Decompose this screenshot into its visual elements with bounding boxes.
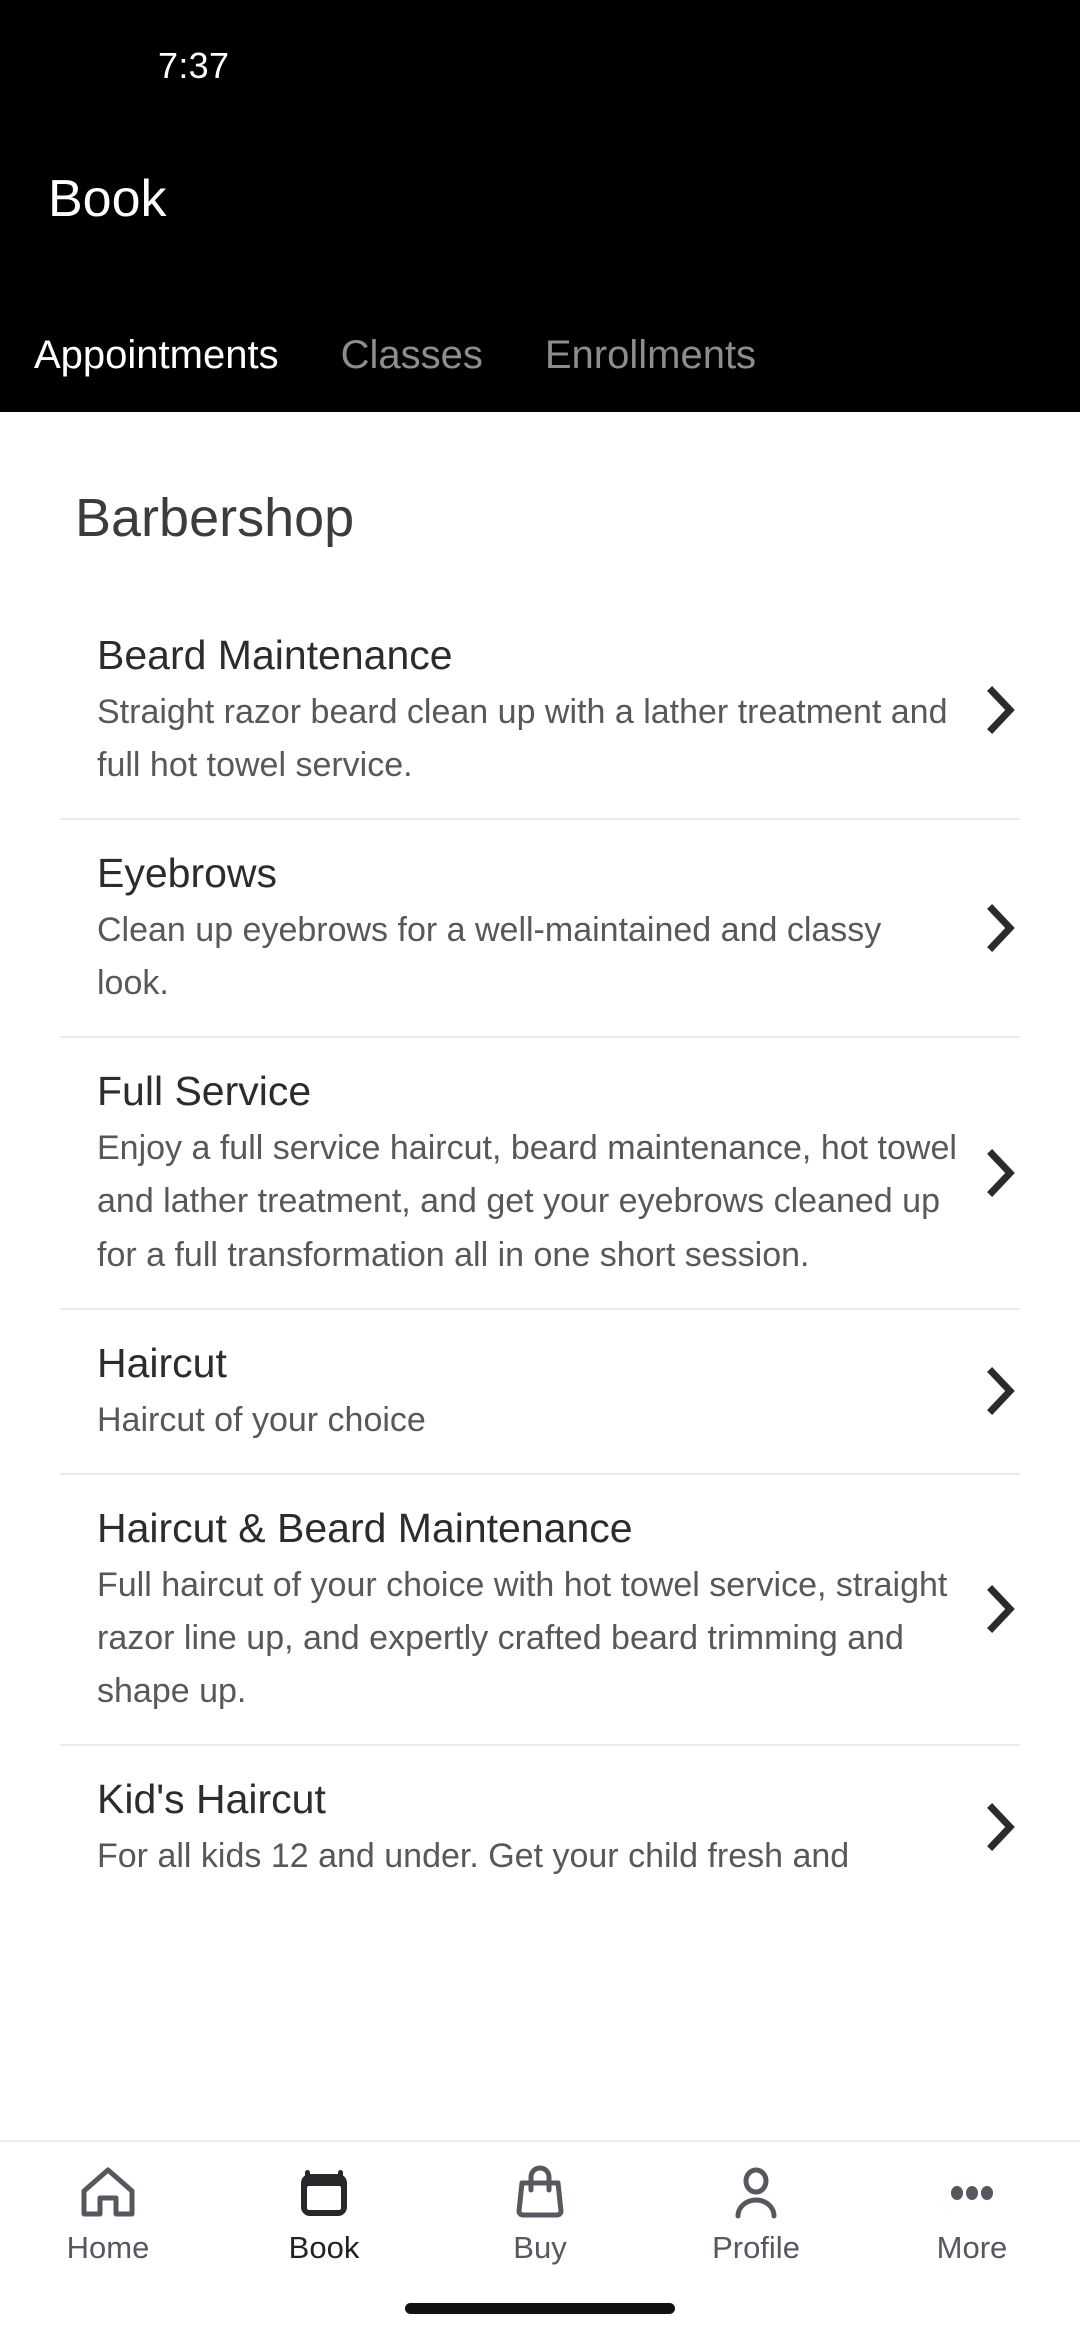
nav-label: Profile bbox=[712, 2230, 800, 2265]
tab-bar: Appointments Classes Enrollments bbox=[0, 316, 1080, 394]
chevron-right-icon[interactable] bbox=[970, 1367, 1032, 1416]
section-title: Barbershop bbox=[75, 488, 355, 548]
nav-item-profile[interactable]: Profile bbox=[648, 2142, 864, 2263]
service-description: Haircut of your choice bbox=[97, 1400, 426, 1439]
status-bar: 7:37 bbox=[0, 0, 1080, 112]
page-title: Book bbox=[48, 170, 167, 228]
home-icon bbox=[77, 2162, 139, 2224]
chevron-right-icon[interactable] bbox=[970, 904, 1032, 953]
list-item[interactable]: Beard Maintenance Straight razor beard c… bbox=[0, 602, 1080, 818]
nav-item-home[interactable]: Home bbox=[0, 2142, 216, 2263]
calendar-icon bbox=[293, 2162, 355, 2224]
service-text: Eyebrows Clean up eyebrows for a well-ma… bbox=[97, 820, 962, 1036]
list-item[interactable]: Haircut Haircut of your choice bbox=[0, 1310, 1080, 1473]
ellipsis-icon bbox=[941, 2162, 1003, 2224]
service-name: Full Service bbox=[97, 1068, 312, 1115]
service-text: Beard Maintenance Straight razor beard c… bbox=[97, 602, 962, 818]
service-description: Clean up eyebrows for a well-maintained … bbox=[97, 911, 882, 1003]
bottom-nav-items: Home Book Buy Profile More bbox=[0, 2142, 1080, 2294]
service-name: Haircut & Beard Maintenance bbox=[97, 1504, 633, 1551]
nav-item-book[interactable]: Book bbox=[216, 2142, 432, 2263]
service-name: Haircut bbox=[97, 1339, 227, 1386]
bottom-navigation-bar: Home Book Buy Profile More bbox=[0, 2140, 1080, 2340]
list-item[interactable]: Kid's Haircut For all kids 12 and under.… bbox=[0, 1746, 1080, 1909]
service-description: Straight razor beard clean up with a lat… bbox=[97, 693, 948, 785]
nav-label: Book bbox=[288, 2230, 360, 2265]
service-description: Enjoy a full service haircut, beard main… bbox=[97, 1129, 957, 1274]
tab-enrollments[interactable]: Enrollments bbox=[545, 335, 756, 375]
app-screen: 7:37 Book Appointments Classes Enrollmen… bbox=[0, 0, 1080, 2340]
list-item[interactable]: Eyebrows Clean up eyebrows for a well-ma… bbox=[0, 820, 1080, 1036]
nav-label: Home bbox=[66, 2230, 150, 2265]
service-text: Full Service Enjoy a full service haircu… bbox=[97, 1038, 962, 1307]
chevron-right-icon[interactable] bbox=[970, 1148, 1032, 1197]
chevron-right-icon[interactable] bbox=[970, 1803, 1032, 1852]
service-name: Eyebrows bbox=[97, 850, 278, 897]
service-description: Full haircut of your choice with hot tow… bbox=[97, 1565, 948, 1710]
nav-item-buy[interactable]: Buy bbox=[432, 2142, 648, 2263]
service-text: Haircut & Beard Maintenance Full haircut… bbox=[97, 1475, 962, 1744]
status-bar-clock: 7:37 bbox=[158, 45, 230, 86]
service-description: For all kids 12 and under. Get your chil… bbox=[97, 1837, 850, 1875]
list-item[interactable]: Full Service Enjoy a full service haircu… bbox=[0, 1038, 1080, 1307]
service-text: Haircut Haircut of your choice bbox=[97, 1310, 962, 1473]
chevron-right-icon[interactable] bbox=[970, 686, 1032, 735]
nav-item-more[interactable]: More bbox=[864, 2142, 1080, 2263]
content-area: Barbershop Beard Maintenance Straight ra… bbox=[0, 412, 1080, 2140]
list-item[interactable]: Haircut & Beard Maintenance Full haircut… bbox=[0, 1475, 1080, 1744]
person-icon bbox=[725, 2162, 787, 2224]
shopping-bag-icon bbox=[509, 2162, 571, 2224]
service-name: Kid's Haircut bbox=[97, 1775, 326, 1822]
tab-appointments[interactable]: Appointments bbox=[34, 335, 279, 375]
chevron-right-icon[interactable] bbox=[970, 1585, 1032, 1634]
service-list: Beard Maintenance Straight razor beard c… bbox=[0, 602, 1080, 1909]
service-name: Beard Maintenance bbox=[97, 632, 453, 678]
tab-classes[interactable]: Classes bbox=[341, 335, 483, 375]
app-header: 7:37 Book Appointments Classes Enrollmen… bbox=[0, 0, 1080, 412]
service-text: Kid's Haircut For all kids 12 and under.… bbox=[97, 1746, 962, 1909]
gesture-home-indicator[interactable] bbox=[405, 2303, 675, 2314]
nav-label: More bbox=[936, 2230, 1008, 2265]
nav-label: Buy bbox=[513, 2230, 567, 2265]
